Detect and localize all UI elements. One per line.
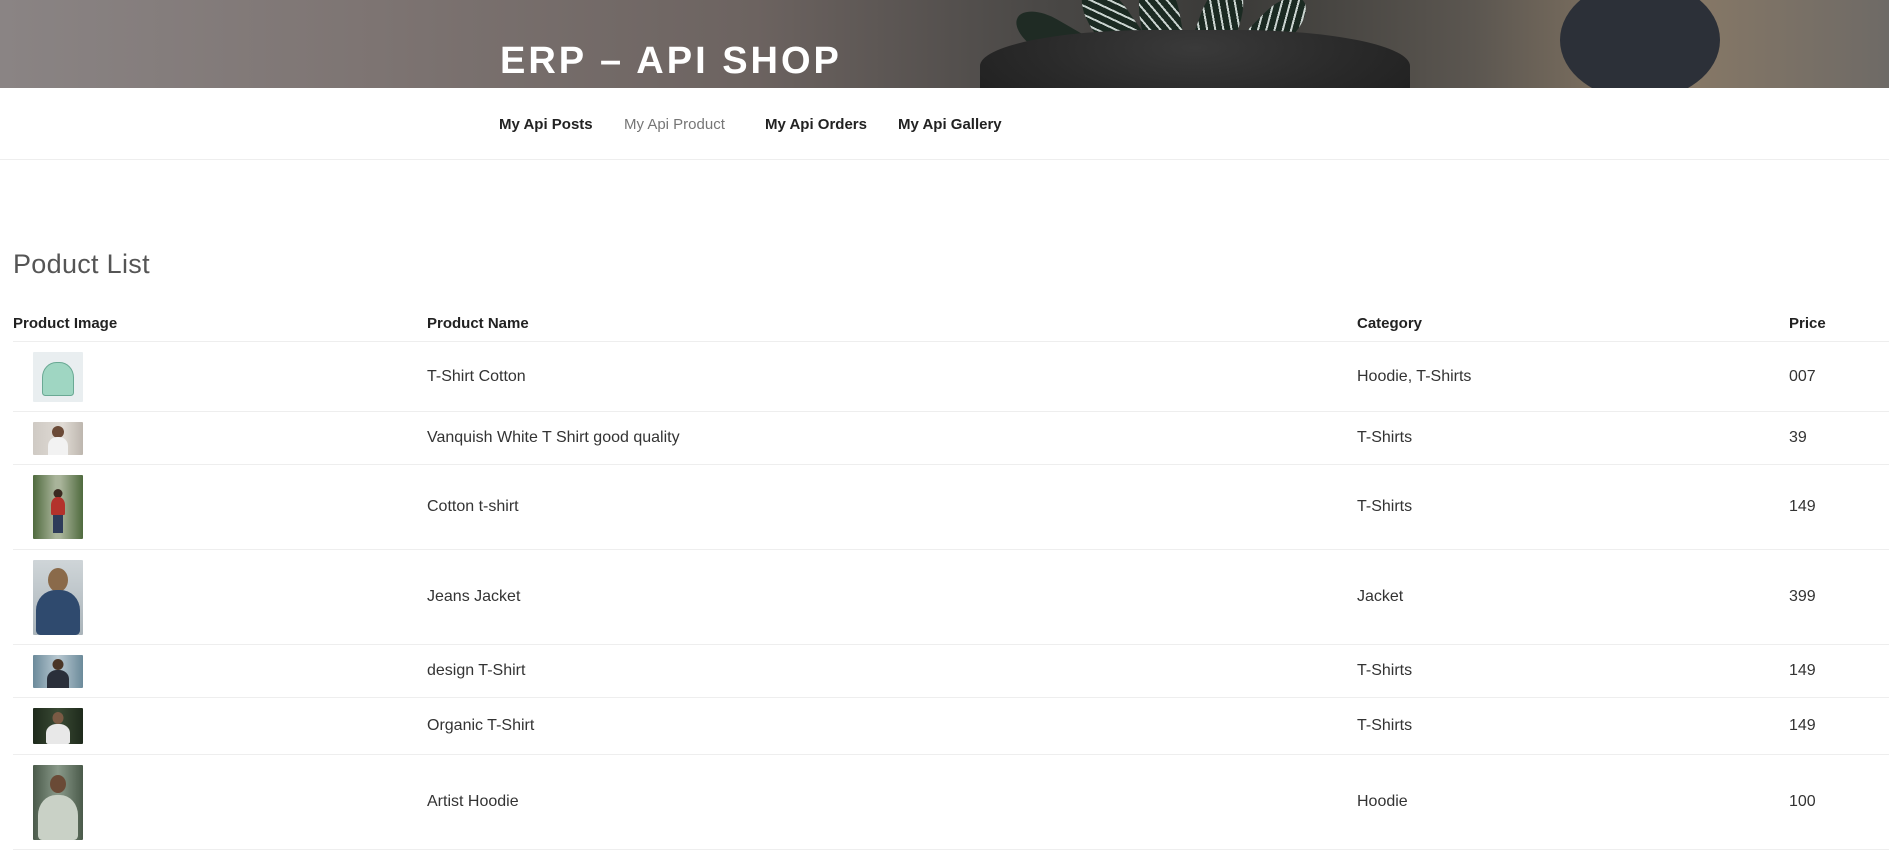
product-category: Jacket [1357, 549, 1789, 645]
product-name: design T-Shirt [427, 644, 1357, 698]
product-name: Artist Hoodie [427, 754, 1357, 850]
product-image-cell [13, 341, 427, 412]
product-name: Vanquish White T Shirt good quality [427, 411, 1357, 465]
table-row: T-Shirt Cotton Hoodie, T-Shirts 007 [13, 341, 1889, 412]
product-price: 399 [1789, 549, 1889, 645]
product-category: Hoodie, T-Shirts [1357, 341, 1789, 412]
product-price: 149 [1789, 644, 1889, 698]
table-row: design T-Shirt T-Shirts 149 [13, 644, 1889, 698]
main-nav: My Api Posts My Api Product My Api Order… [0, 88, 1889, 160]
header-banner: ERP – API SHOP [0, 0, 1889, 88]
table-header-row: Product Image Product Name Category Pric… [13, 306, 1889, 342]
product-image-cell [13, 411, 427, 465]
product-name: Cotton t-shirt [427, 464, 1357, 550]
organic-tshirt-photo[interactable] [33, 708, 83, 744]
artist-hoodie-photo[interactable] [33, 764, 83, 840]
table-row: Artist Hoodie Hoodie 100 [13, 754, 1889, 850]
column-header-image: Product Image [13, 306, 427, 342]
product-category: T-Shirts [1357, 464, 1789, 550]
product-category: T-Shirts [1357, 644, 1789, 698]
product-category: T-Shirts [1357, 697, 1789, 755]
product-name: Jeans Jacket [427, 549, 1357, 645]
product-price: 007 [1789, 341, 1889, 412]
product-price: 149 [1789, 697, 1889, 755]
table-row: Vanquish White T Shirt good quality T-Sh… [13, 411, 1889, 465]
table-row: Organic T-Shirt T-Shirts 149 [13, 697, 1889, 755]
column-header-name: Product Name [427, 306, 1357, 342]
product-price: 100 [1789, 754, 1889, 850]
site-title[interactable]: ERP – API SHOP [500, 40, 842, 83]
product-image-cell [13, 644, 427, 698]
product-category: Hoodie [1357, 754, 1789, 850]
product-name: Organic T-Shirt [427, 697, 1357, 755]
nav-item-api-posts[interactable]: My Api Posts [499, 116, 593, 133]
banner-pot [980, 30, 1410, 88]
nav-item-api-product[interactable]: My Api Product [624, 116, 725, 133]
product-image-cell [13, 549, 427, 645]
product-category: T-Shirts [1357, 411, 1789, 465]
design-tshirt-photo[interactable] [33, 654, 83, 688]
nav-item-api-gallery[interactable]: My Api Gallery [898, 116, 1002, 133]
column-header-category: Category [1357, 306, 1789, 342]
product-price: 39 [1789, 411, 1889, 465]
column-header-price: Price [1789, 306, 1889, 342]
product-image-cell [13, 464, 427, 550]
man-red-shirt-photo[interactable] [33, 475, 83, 539]
product-image-cell [13, 754, 427, 850]
hoodie-photo[interactable] [33, 351, 83, 402]
woman-tshirt-photo[interactable] [33, 421, 83, 455]
table-row: Cotton t-shirt T-Shirts 149 [13, 464, 1889, 550]
nav-item-api-orders[interactable]: My Api Orders [765, 116, 867, 133]
product-name: T-Shirt Cotton [427, 341, 1357, 412]
page-title: Poduct List [13, 249, 150, 279]
product-price: 149 [1789, 464, 1889, 550]
jeans-jacket-photo[interactable] [33, 559, 83, 635]
banner-ball [1560, 0, 1720, 88]
product-table: Product Image Product Name Category Pric… [13, 306, 1889, 850]
table-row: Jeans Jacket Jacket 399 [13, 549, 1889, 645]
product-image-cell [13, 697, 427, 755]
